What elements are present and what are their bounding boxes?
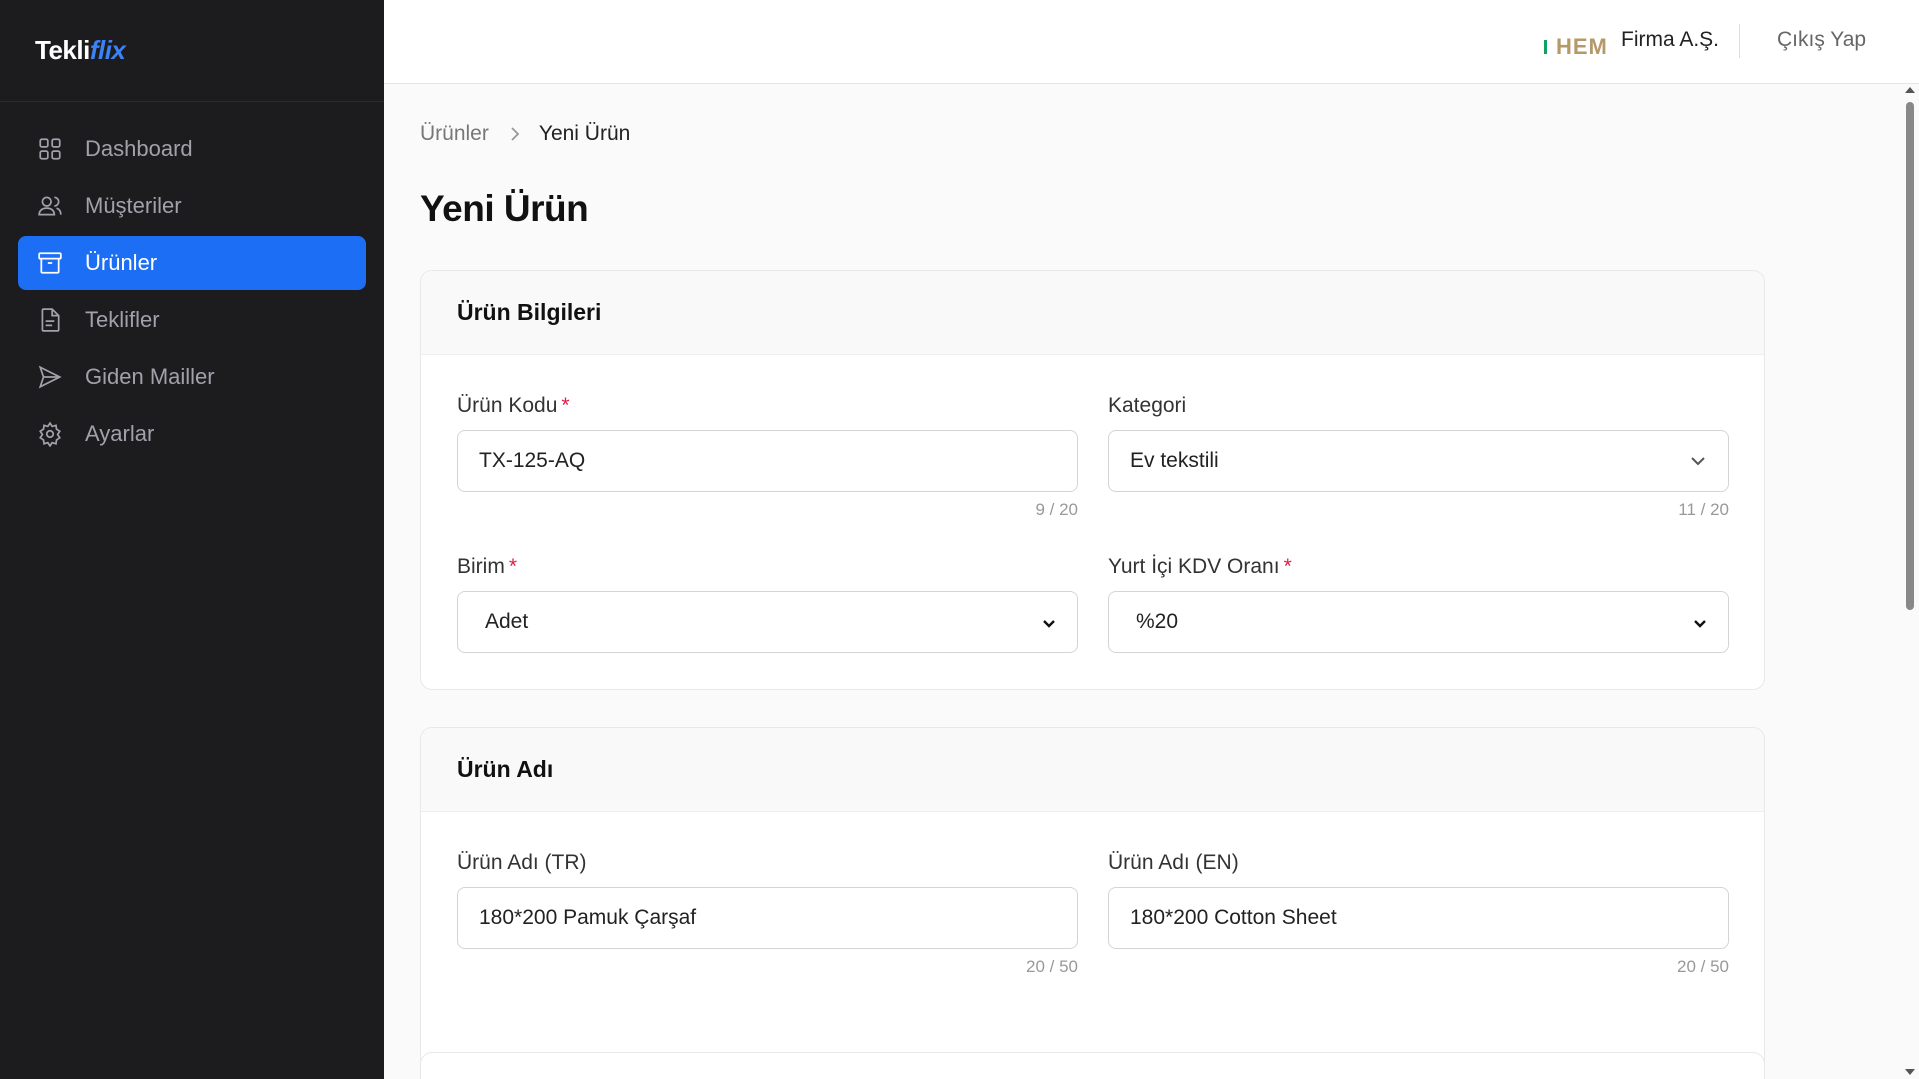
- sidebar-item-label: Ürünler: [85, 250, 158, 275]
- sidebar-item-products[interactable]: Ürünler: [18, 236, 366, 290]
- chevron-right-icon: [509, 127, 521, 141]
- chevron-down-icon: [1692, 614, 1712, 634]
- product-name-en-value: 180*200 Cotton Sheet: [1130, 906, 1337, 929]
- sidebar-item-settings[interactable]: Ayarlar: [18, 407, 366, 461]
- scrollbar[interactable]: [1901, 84, 1919, 1079]
- product-code-field: Ürün Kodu * TX-125-AQ 9 / 20: [457, 394, 1078, 520]
- sidebar-item-dashboard[interactable]: Dashboard: [18, 122, 366, 176]
- product-code-label: Ürün Kodu *: [457, 394, 570, 417]
- brand-prefix: Tekli: [35, 35, 90, 65]
- product-info-card: Ürün Bilgileri Ürün Kodu * TX-125-AQ 9 / …: [420, 270, 1765, 690]
- breadcrumb-products-link[interactable]: Ürünler: [420, 122, 489, 146]
- char-counter: 9 / 20: [1035, 500, 1078, 519]
- required-marker: *: [508, 555, 518, 578]
- vat-value: %20: [1136, 610, 1179, 633]
- sidebar-item-label: Teklifler: [85, 307, 160, 332]
- category-field: Kategori Ev tekstili 11 / 20: [1108, 394, 1729, 520]
- vat-field: Yurt İçi KDV Oranı * %20: [1108, 555, 1729, 653]
- unit-select[interactable]: Adet: [457, 591, 1078, 653]
- page-title: Yeni Ürün: [420, 188, 589, 229]
- company-logo-text: HEM: [1556, 34, 1608, 59]
- sidebar-nav: Dashboard Müşteriler Ürünler Teklifler G…: [0, 102, 384, 461]
- company-name[interactable]: Firma A.Ş.: [1621, 28, 1719, 52]
- next-card: [420, 1052, 1765, 1079]
- brand-logo[interactable]: Tekliflix: [0, 0, 384, 102]
- category-value: Ev tekstili: [1130, 449, 1219, 472]
- grid-icon: [36, 135, 64, 163]
- product-code-value: TX-125-AQ: [479, 449, 586, 472]
- archive-box-icon: [36, 249, 64, 277]
- unit-label: Birim *: [457, 555, 518, 578]
- sidebar: Tekliflix Dashboard Müşteriler Ürünler T…: [0, 0, 384, 1079]
- chevron-down-icon: [1041, 614, 1061, 634]
- send-icon: [36, 363, 64, 391]
- sidebar-item-customers[interactable]: Müşteriler: [18, 179, 366, 233]
- product-name-en-input[interactable]: 180*200 Cotton Sheet: [1108, 887, 1729, 949]
- category-label: Kategori: [1108, 394, 1187, 417]
- scrollbar-thumb[interactable]: [1906, 102, 1914, 610]
- vat-select[interactable]: %20: [1108, 591, 1729, 653]
- product-name-tr-field: Ürün Adı (TR) 180*200 Pamuk Çarşaf 20 / …: [457, 851, 1078, 977]
- logout-button[interactable]: Çıkış Yap: [1777, 28, 1866, 52]
- sidebar-item-label: Giden Mailler: [85, 364, 215, 389]
- scroll-down-arrow-icon[interactable]: [1905, 1069, 1915, 1075]
- breadcrumb: Ürünler Yeni Ürün: [420, 122, 630, 146]
- product-name-tr-label: Ürün Adı (TR): [457, 851, 587, 874]
- gear-icon: [36, 420, 64, 448]
- sidebar-item-label: Dashboard: [85, 136, 193, 161]
- required-marker: *: [561, 394, 570, 417]
- char-counter: 20 / 50: [1026, 957, 1078, 976]
- product-name-tr-value: 180*200 Pamuk Çarşaf: [479, 906, 697, 929]
- unit-value: Adet: [485, 610, 529, 633]
- top-header: HEM Firma A.Ş. Çıkış Yap: [384, 0, 1919, 84]
- product-name-tr-input[interactable]: 180*200 Pamuk Çarşaf: [457, 887, 1078, 949]
- main-content: Ürünler Yeni Ürün Yeni Ürün Ürün Bilgile…: [384, 84, 1901, 1079]
- product-name-en-label: Ürün Adı (EN): [1108, 851, 1239, 874]
- brand-accent: flix: [89, 35, 126, 65]
- scroll-up-arrow-icon[interactable]: [1905, 87, 1915, 93]
- header-divider: [1739, 24, 1740, 58]
- card-title: Ürün Adı: [421, 728, 1764, 812]
- product-code-input[interactable]: TX-125-AQ: [457, 430, 1078, 492]
- chevron-down-icon[interactable]: [1688, 451, 1708, 471]
- document-icon: [36, 306, 64, 334]
- sidebar-item-label: Ayarlar: [85, 421, 155, 446]
- sidebar-item-offers[interactable]: Teklifler: [18, 293, 366, 347]
- vat-label: Yurt İçi KDV Oranı *: [1108, 555, 1292, 578]
- char-counter: 11 / 20: [1678, 500, 1729, 519]
- card-title: Ürün Bilgileri: [421, 271, 1764, 355]
- sidebar-item-sent-mails[interactable]: Giden Mailler: [18, 350, 366, 404]
- product-name-en-field: Ürün Adı (EN) 180*200 Cotton Sheet 20 / …: [1108, 851, 1729, 977]
- char-counter: 20 / 50: [1677, 957, 1729, 976]
- unit-field: Birim * Adet: [457, 555, 1078, 653]
- category-input[interactable]: Ev tekstili: [1108, 430, 1729, 492]
- company-logo: HEM: [1544, 28, 1614, 66]
- required-marker: *: [1283, 555, 1292, 578]
- logo-mark-icon: [1544, 40, 1552, 54]
- product-name-card: Ürün Adı Ürün Adı (TR) 180*200 Pamuk Çar…: [420, 727, 1765, 1079]
- breadcrumb-current: Yeni Ürün: [538, 122, 631, 145]
- users-icon: [36, 192, 64, 220]
- sidebar-item-label: Müşteriler: [85, 193, 182, 218]
